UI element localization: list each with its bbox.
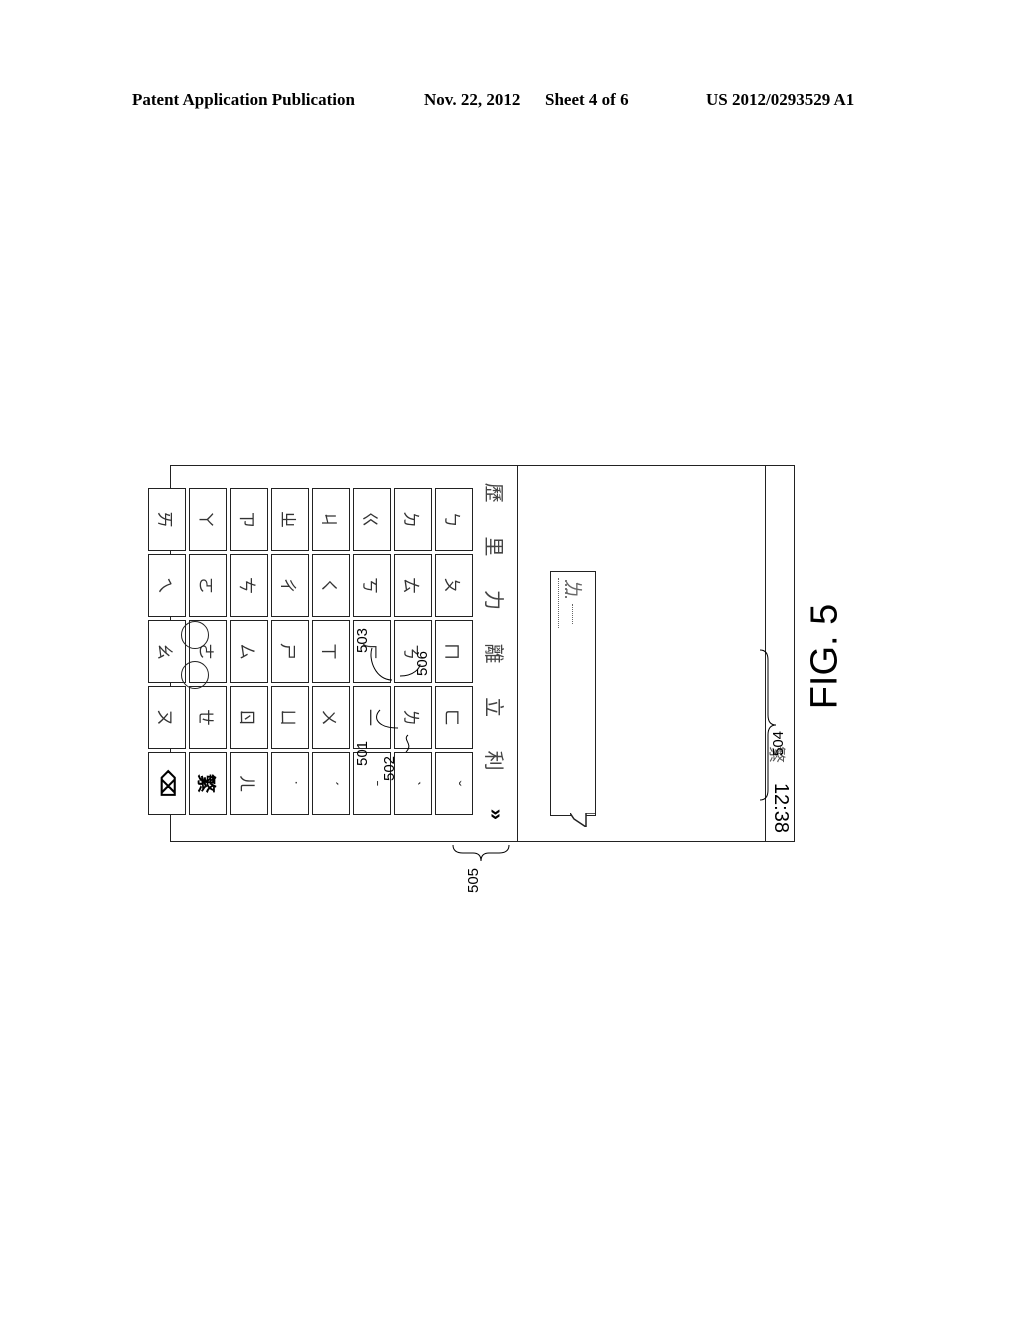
reference-leaders xyxy=(370,647,777,862)
ref-501: 501 xyxy=(354,740,372,767)
figure-caption-text: FIG. 5 xyxy=(803,603,846,710)
ref-506: 506 xyxy=(414,650,432,677)
figure-caption: FIG. 5 xyxy=(800,600,860,710)
ref-505: 505 xyxy=(465,867,483,894)
ref-504: 504 xyxy=(770,730,788,757)
ref-502: 502 xyxy=(381,755,399,782)
ref-503: 503 xyxy=(354,627,372,654)
